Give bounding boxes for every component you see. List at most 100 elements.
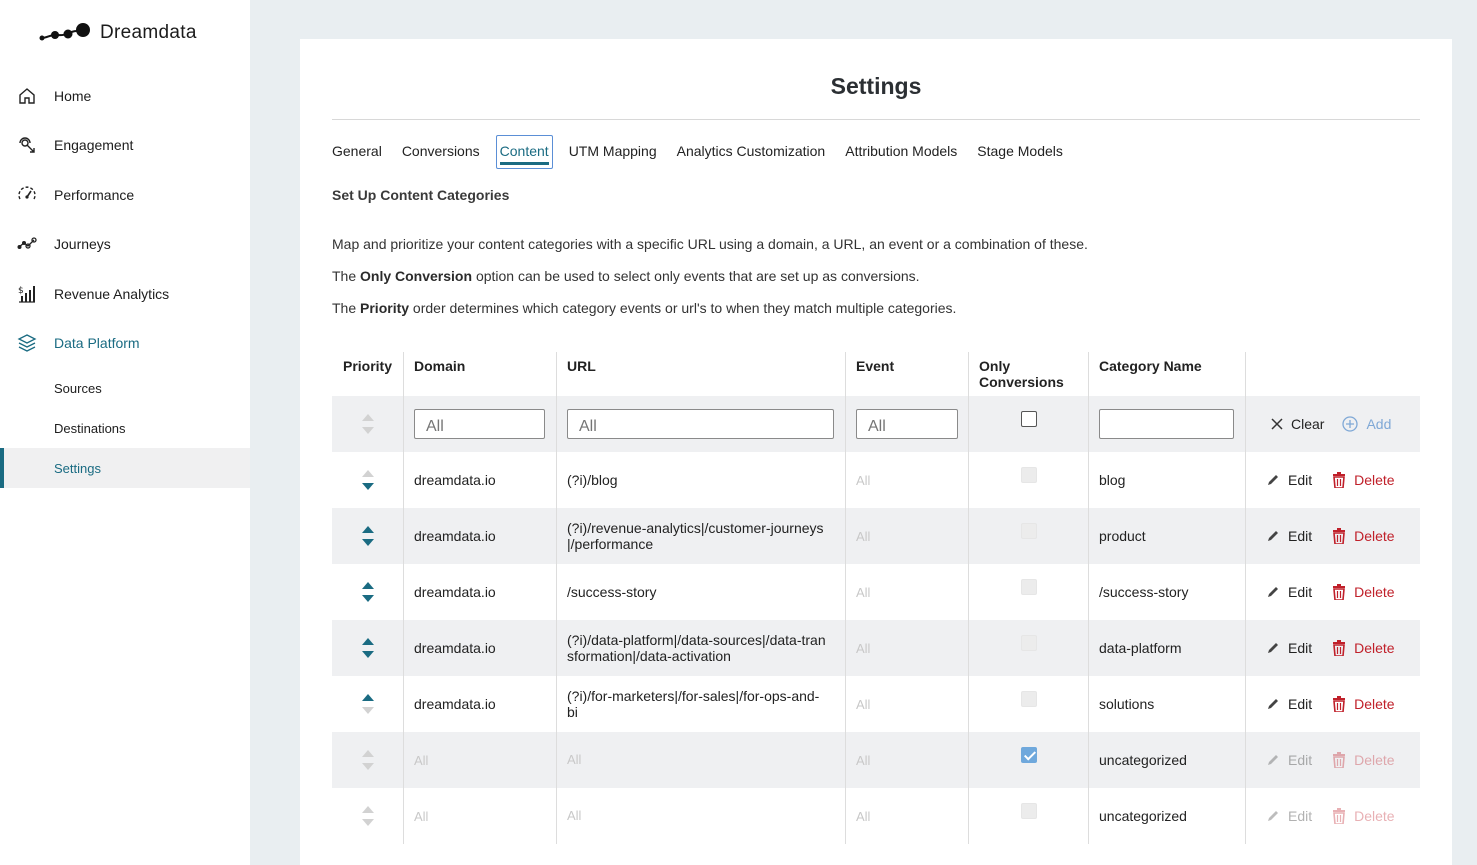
category-value: solutions [1099,696,1155,712]
edit-button[interactable]: Edit [1266,528,1312,544]
move-up-icon[interactable] [361,694,374,701]
settings-card: Settings General Conversions Content UTM… [300,39,1452,865]
nav-item-home[interactable]: Home [0,76,250,116]
domain-cell: dreamdata.io [403,452,556,508]
header-priority: Priority [342,358,392,374]
url-value: All [567,752,582,767]
nav-item-performance[interactable]: Performance [0,175,250,215]
category-cell: uncategorized [1088,732,1245,788]
only-conversions-checkbox [1020,747,1037,763]
brand-logo[interactable]: Dreamdata [38,20,197,46]
sidebar-item-settings[interactable]: Settings [0,448,250,488]
only-conversions-cell [968,452,1088,508]
add-button[interactable]: Add [1342,416,1391,432]
move-up-icon[interactable] [361,526,374,533]
move-up-icon[interactable] [361,638,374,645]
row-actions: Edit Delete [1245,508,1420,564]
url-value: (?i)/for-marketers|/for-sales|/for-ops-a… [567,688,820,720]
event-filter-cell [845,396,968,452]
tab-analytics-customization[interactable]: Analytics Customization [677,135,826,169]
priority-controls [332,676,403,732]
header-domain: Domain [403,352,556,396]
engagement-icon [19,137,35,153]
home-icon [19,88,35,104]
url-filter-input[interactable] [567,409,834,439]
intro-text: Map and prioritize your content categori… [332,236,1088,252]
delete-label: Delete [1354,584,1395,600]
url-value: All [567,808,582,823]
move-down-icon[interactable] [361,483,374,490]
tab-conversions[interactable]: Conversions [402,135,480,169]
edit-label: Edit [1288,584,1313,600]
nav-item-revenue-analytics[interactable]: $ Revenue Analytics [0,274,250,314]
tab-utm-mapping[interactable]: UTM Mapping [569,135,657,169]
tab-attribution-models[interactable]: Attribution Models [845,135,957,169]
category-value: /success-story [1099,584,1189,600]
sidebar-item-sources[interactable]: Sources [0,368,250,408]
only-conversions-cell [968,676,1088,732]
sub-item-label: Sources [54,380,102,396]
move-down-icon[interactable] [361,595,374,602]
move-up-icon [361,806,374,813]
layers-icon [17,334,37,352]
edit-button[interactable]: Edit [1266,584,1312,600]
nav-item-data-platform[interactable]: Data Platform [0,323,250,363]
help-bold: Only Conversion [360,268,473,284]
delete-button[interactable]: Delete [1332,528,1395,544]
url-cell: (?i)/blog [556,452,845,508]
trash-icon [1333,528,1346,544]
delete-button[interactable]: Delete [1332,584,1395,600]
move-down-icon [361,707,374,714]
category-value: uncategorized [1099,752,1187,768]
tab-general[interactable]: General [332,135,382,169]
edit-button[interactable]: Edit [1266,640,1312,656]
url-value: /success-story [567,584,657,600]
event-cell: All [845,452,968,508]
edit-button[interactable]: Edit [1266,472,1312,488]
trash-icon [1333,640,1346,656]
sidebar: Dreamdata Home Engagement Performance Jo… [0,0,250,865]
move-down-icon[interactable] [361,539,374,546]
category-filter-input[interactable] [1099,409,1234,439]
only-conversions-checkbox [1020,691,1037,707]
tab-content[interactable]: Content [495,135,553,169]
nav-item-engagement[interactable]: Engagement [0,125,250,165]
add-circle-icon [1342,416,1359,432]
event-filter-input[interactable] [856,409,958,439]
page-title: Settings [830,73,922,99]
only-conversions-filter-checkbox[interactable] [1020,411,1037,427]
priority-controls [332,788,403,844]
tab-stage-models[interactable]: Stage Models [977,135,1063,169]
move-up-icon[interactable] [361,582,374,589]
nav-item-journeys[interactable]: Journeys [0,224,250,264]
only-conversions-cell [968,620,1088,676]
trash-icon [1333,472,1346,488]
move-down-icon [361,763,374,770]
nav-item-label: Data Platform [54,335,140,351]
domain-filter-input[interactable] [414,409,545,439]
table-header: Priority Domain URL Event Only Conversio… [332,352,1420,396]
filter-actions: Clear Add [1245,396,1420,452]
event-value: All [856,584,871,600]
delete-button[interactable]: Delete [1332,696,1395,712]
edit-button[interactable]: Edit [1266,696,1312,712]
domain-value: dreamdata.io [414,584,496,600]
svg-text:$: $ [18,286,24,296]
domain-cell: All [403,732,556,788]
delete-label: Delete [1354,640,1395,656]
category-value: data-platform [1099,640,1182,656]
move-down-icon[interactable] [361,651,374,658]
sidebar-item-destinations[interactable]: Destinations [0,408,250,448]
delete-button[interactable]: Delete [1332,472,1395,488]
delete-button[interactable]: Delete [1332,640,1395,656]
domain-value: All [414,808,429,824]
category-cell: uncategorized [1088,788,1245,844]
event-value: All [856,472,871,488]
row-actions: Edit Delete [1245,452,1420,508]
clear-button[interactable]: Clear [1271,416,1324,432]
event-value: All [856,640,871,656]
delete-button: Delete [1332,808,1395,824]
pencil-icon [1268,643,1278,653]
only-conversions-checkbox [1020,467,1037,483]
brand-name: Dreamdata [100,22,197,43]
